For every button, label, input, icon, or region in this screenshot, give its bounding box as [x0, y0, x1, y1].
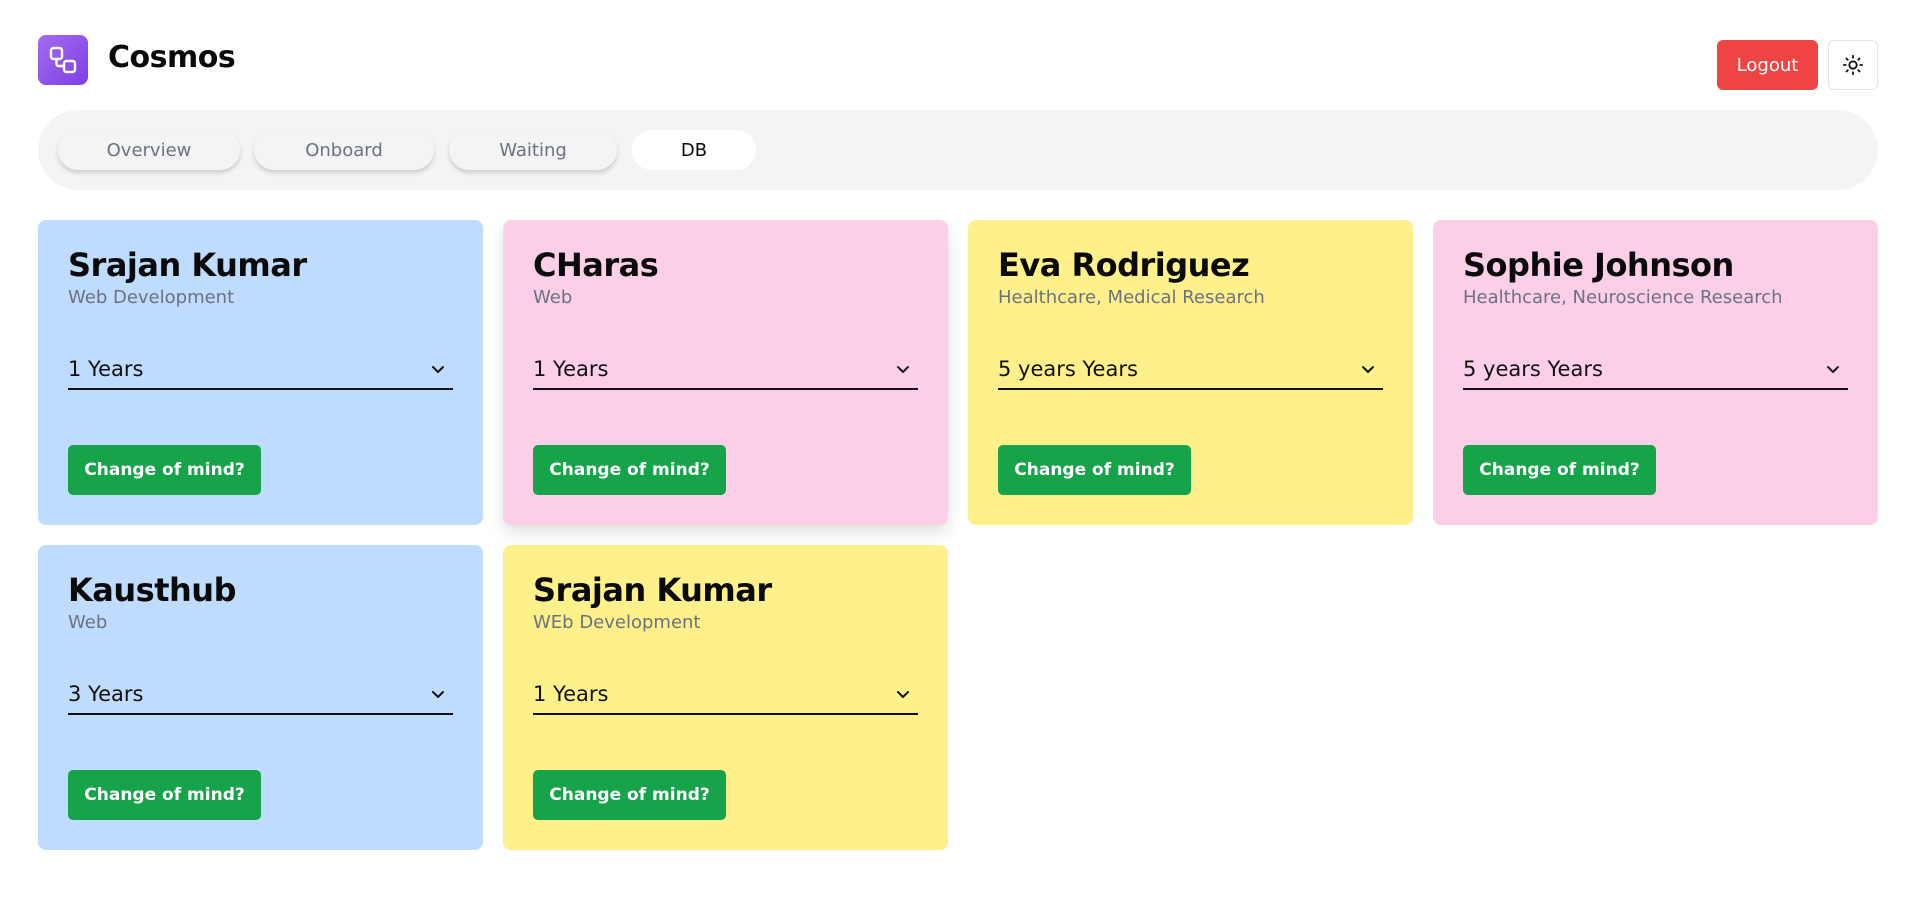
experience-value: 5 years Years [998, 357, 1138, 381]
change-of-mind-button[interactable]: Change of mind? [68, 770, 261, 820]
top-header: Cosmos Logout [38, 35, 1878, 91]
candidate-field: Web [533, 287, 573, 308]
app-root: Cosmos Logout Overview Onboard Waiting D… [0, 0, 1910, 911]
brand-title: Cosmos [108, 40, 236, 75]
change-of-mind-button[interactable]: Change of mind? [533, 445, 726, 495]
candidate-name: Sophie Johnson [1463, 246, 1734, 284]
chevron-down-icon [1822, 358, 1844, 380]
change-of-mind-button[interactable]: Change of mind? [68, 445, 261, 495]
candidate-field: WEb Development [533, 612, 701, 633]
change-of-mind-button[interactable]: Change of mind? [533, 770, 726, 820]
tab-onboard[interactable]: Onboard [254, 130, 434, 170]
candidate-name: Kausthub [68, 571, 236, 609]
chevron-down-icon [427, 683, 449, 705]
experience-select[interactable]: 1 Years [533, 675, 918, 715]
experience-value: 1 Years [533, 357, 609, 381]
candidate-card: Srajan Kumar WEb Development 1 Years Cha… [503, 545, 948, 850]
experience-select[interactable]: 5 years Years [998, 350, 1383, 390]
candidate-field: Web [68, 612, 108, 633]
tab-waiting[interactable]: Waiting [449, 130, 617, 170]
experience-value: 1 Years [533, 682, 609, 706]
candidate-card: CHaras Web 1 Years Change of mind? [503, 220, 948, 525]
experience-value: 3 Years [68, 682, 144, 706]
candidate-name: Srajan Kumar [533, 571, 772, 609]
logout-button[interactable]: Logout [1717, 40, 1818, 90]
candidate-card: Kausthub Web 3 Years Change of mind? [38, 545, 483, 850]
change-of-mind-button[interactable]: Change of mind? [1463, 445, 1656, 495]
candidate-card: Eva Rodriguez Healthcare, Medical Resear… [968, 220, 1413, 525]
chevron-down-icon [427, 358, 449, 380]
tab-db[interactable]: DB [632, 130, 756, 170]
experience-select[interactable]: 3 Years [68, 675, 453, 715]
chevron-down-icon [892, 358, 914, 380]
experience-select[interactable]: 5 years Years [1463, 350, 1848, 390]
experience-select[interactable]: 1 Years [533, 350, 918, 390]
candidate-field: Healthcare, Medical Research [998, 287, 1265, 308]
candidate-name: Srajan Kumar [68, 246, 307, 284]
tab-overview[interactable]: Overview [58, 130, 240, 170]
candidate-name: CHaras [533, 246, 659, 284]
tab-bar: Overview Onboard Waiting DB [38, 110, 1878, 190]
experience-select[interactable]: 1 Years [68, 350, 453, 390]
experience-value: 1 Years [68, 357, 144, 381]
chevron-down-icon [1357, 358, 1379, 380]
app-logo-icon[interactable] [38, 35, 88, 85]
candidate-card: Sophie Johnson Healthcare, Neuroscience … [1433, 220, 1878, 525]
change-of-mind-button[interactable]: Change of mind? [998, 445, 1191, 495]
experience-value: 5 years Years [1463, 357, 1603, 381]
candidate-name: Eva Rodriguez [998, 246, 1250, 284]
candidate-field: Healthcare, Neuroscience Research [1463, 287, 1783, 308]
chevron-down-icon [892, 683, 914, 705]
candidate-field: Web Development [68, 287, 235, 308]
sun-icon [1842, 54, 1864, 76]
candidate-card: Srajan Kumar Web Development 1 Years Cha… [38, 220, 483, 525]
theme-toggle-button[interactable] [1828, 40, 1878, 90]
